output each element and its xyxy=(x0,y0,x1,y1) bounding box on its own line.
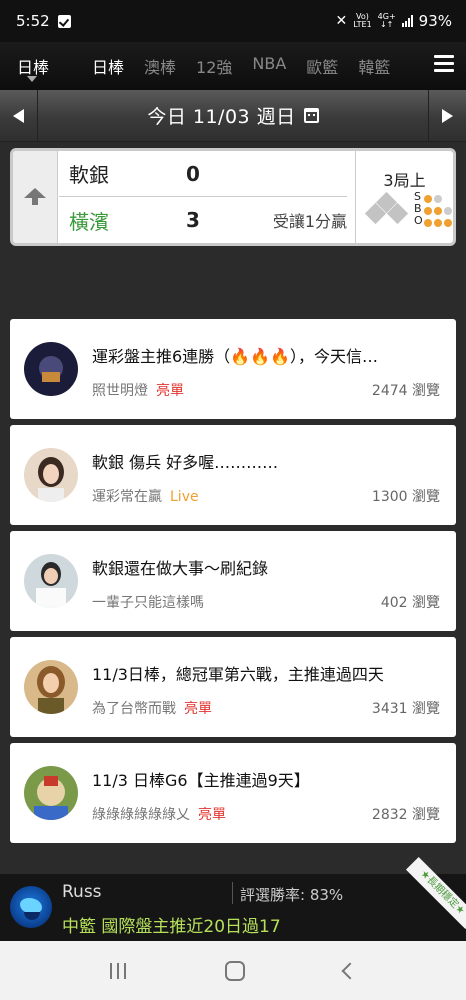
post-author: 照世明燈 亮單 xyxy=(92,383,184,399)
list-item[interactable]: 11/3 日棒G6【主推連過9天】 綠綠綠綠綠綠乂 亮單 2832 瀏覽 xyxy=(10,743,456,843)
post-author: 為了台幣而戰 亮單 xyxy=(92,701,212,717)
date-picker[interactable]: 今日 11/03 週日 xyxy=(147,102,319,129)
post-author: 綠綠綠綠綠綠乂 亮單 xyxy=(92,807,226,823)
post-tag: 亮單 xyxy=(198,807,226,823)
date-label: 今日 11/03 週日 xyxy=(147,106,296,128)
hamburger-menu-icon[interactable] xyxy=(434,55,454,73)
post-views: 1300 瀏覽 xyxy=(371,489,440,505)
sport-dropdown-label: 日棒 xyxy=(16,58,49,77)
list-item[interactable]: 運彩盤主推6連勝（🔥🔥🔥），今天信… 照世明燈 亮單 2474 瀏覽 xyxy=(10,319,456,419)
tab-euro-basketball[interactable]: 歐籃 xyxy=(306,54,347,78)
live-score-card[interactable]: 軟銀 0 橫濱 3 受讓1分贏 3局上 S B O xyxy=(10,148,456,246)
post-list: 運彩盤主推6連勝（🔥🔥🔥），今天信… 照世明燈 亮單 2474 瀏覽 軟銀 傷兵 … xyxy=(10,319,456,849)
inning-status: 3局上 S B O xyxy=(355,151,453,243)
post-author: 運彩常在贏 Live xyxy=(92,489,199,505)
system-nav-bar xyxy=(0,941,466,1000)
battery-level: 93% xyxy=(418,12,452,30)
divider xyxy=(232,882,233,904)
away-team-row: 軟銀 0 xyxy=(59,151,347,197)
status-bar: 5:52 ✕ Vo) LTE1 4G+ ↓↑ 93% xyxy=(0,0,466,42)
home-team-name: 橫濱 xyxy=(69,209,109,234)
status-time: 5:52 xyxy=(16,12,50,30)
post-tag: 亮單 xyxy=(156,383,184,399)
post-title: 軟銀 傷兵 好多喔………… xyxy=(92,453,279,472)
chevron-down-icon xyxy=(27,76,37,82)
avatar xyxy=(24,554,78,608)
post-tag: Live xyxy=(170,489,199,505)
post-title: 軟銀還在做大事～刷紀錄 xyxy=(92,559,269,578)
avatar xyxy=(24,660,78,714)
mute-icon: ✕ xyxy=(335,13,348,29)
data-type-indicator: 4G+ ↓↑ xyxy=(377,12,396,29)
tab-premier12[interactable]: 12強 xyxy=(196,54,241,78)
next-day-button[interactable] xyxy=(428,90,466,142)
list-item[interactable]: 軟銀還在做大事～刷紀錄 一輩子只能這樣嗎 402 瀏覽 xyxy=(10,531,456,631)
promo-name: Russ xyxy=(62,882,102,902)
promo-headline: 中籃 國際盤主推近20日過17 xyxy=(62,917,281,937)
away-team-name: 軟銀 xyxy=(69,163,109,187)
post-author: 一輩子只能這樣嗎 xyxy=(92,595,204,611)
sport-tabs: 日棒 日棒 澳棒 12強 NBA 歐籃 韓籃 xyxy=(0,42,466,90)
avatar xyxy=(24,448,78,502)
signal-icon xyxy=(401,15,413,27)
out-dots xyxy=(424,217,452,229)
avatar xyxy=(10,886,52,928)
post-views: 2474 瀏覽 xyxy=(371,383,440,399)
home-icon[interactable] xyxy=(224,960,245,981)
handicap-note: 受讓1分贏 xyxy=(272,212,347,231)
tab-australia-baseball[interactable]: 澳棒 xyxy=(144,54,185,78)
tab-japan-baseball[interactable]: 日棒 xyxy=(92,54,133,78)
home-team-score: 3 xyxy=(186,208,200,232)
post-tag: 亮單 xyxy=(184,701,212,717)
sbo-labels: S B O xyxy=(414,190,423,227)
list-item[interactable]: 11/3日棒，總冠軍第六戰，主推連過四天 為了台幣而戰 亮單 3431 瀏覽 xyxy=(10,637,456,737)
calendar-icon xyxy=(303,108,319,123)
notification-check-icon xyxy=(57,14,71,28)
volte-indicator: Vo) LTE1 xyxy=(353,12,372,29)
post-views: 402 瀏覽 xyxy=(380,595,440,611)
tab-korea-basketball[interactable]: 韓籃 xyxy=(358,54,399,78)
post-views: 2832 瀏覽 xyxy=(371,807,440,823)
home-team-row: 橫濱 3 受讓1分贏 xyxy=(59,197,347,243)
back-icon[interactable] xyxy=(341,962,359,979)
post-title: 11/3 日棒G6【主推連過9天】 xyxy=(92,771,310,790)
post-title: 11/3日棒，總冠軍第六戰，主推連過四天 xyxy=(92,665,384,684)
post-views: 3431 瀏覽 xyxy=(371,701,440,717)
tab-nba[interactable]: NBA xyxy=(252,54,295,78)
date-bar: 今日 11/03 週日 xyxy=(0,90,466,142)
promo-ribbon: ★長期穩定★ xyxy=(405,856,466,930)
inning-label: 3局上 xyxy=(383,171,426,190)
recents-icon[interactable] xyxy=(109,962,126,979)
count-dots xyxy=(424,193,452,229)
away-team-score: 0 xyxy=(186,161,200,186)
promo-banner[interactable]: Russ 評選勝率: 83% 中籃 國際盤主推近20日過17 ★長期穩定★ xyxy=(0,856,466,941)
arrow-left-icon xyxy=(13,109,24,123)
ball-dots xyxy=(424,205,452,217)
previous-day-button[interactable] xyxy=(0,90,38,142)
list-item[interactable]: 軟銀 傷兵 好多喔………… 運彩常在贏 Live 1300 瀏覽 xyxy=(10,425,456,525)
avatar xyxy=(24,342,78,396)
collapse-score-button[interactable] xyxy=(13,151,58,243)
strike-dots xyxy=(424,193,452,205)
bases-diamond-icon xyxy=(364,191,410,229)
arrow-right-icon xyxy=(442,109,453,123)
post-title: 運彩盤主推6連勝（🔥🔥🔥），今天信… xyxy=(92,347,378,366)
arrow-up-icon xyxy=(24,188,46,205)
sport-tab-list: 日棒 澳棒 12強 NBA 歐籃 韓籃 xyxy=(92,54,452,78)
promo-win-rate: 評選勝率: 83% xyxy=(240,886,344,904)
sport-dropdown[interactable]: 日棒 xyxy=(0,42,66,90)
avatar xyxy=(24,766,78,820)
